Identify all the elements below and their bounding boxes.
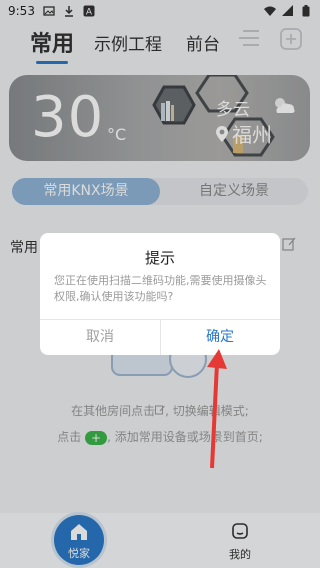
red-arrow-annotation: [207, 349, 227, 469]
dialog-title: 提示: [144, 249, 175, 267]
cancel-button[interactable]: 取消: [40, 319, 160, 355]
permission-dialog: 提示 您正在使用扫描二维码功能,需要使用摄像头权限,确认使用该功能吗? 取消 确…: [40, 233, 280, 355]
dialog-message: 您正在使用扫描二维码功能,需要使用摄像头权限,确认使用该功能吗?: [54, 274, 267, 303]
